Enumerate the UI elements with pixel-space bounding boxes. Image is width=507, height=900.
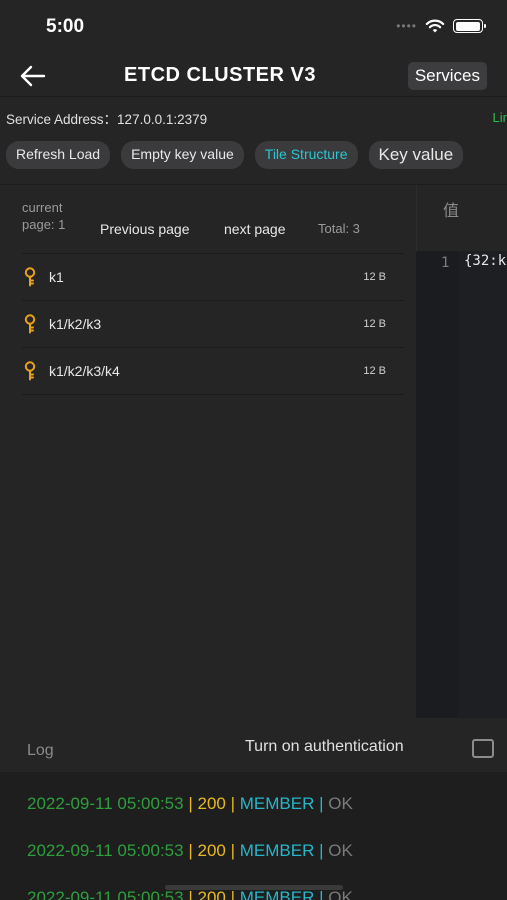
previous-page-button[interactable]: Previous page	[100, 221, 190, 237]
pagination: current page: 1 Previous page next page …	[22, 199, 402, 239]
key-list-panel: current page: 1 Previous page next page …	[0, 185, 416, 718]
key-size: 12 B	[363, 318, 386, 330]
key-size: 12 B	[363, 271, 386, 283]
key-name: k1	[49, 269, 64, 285]
empty-key-value-button[interactable]: Empty key value	[121, 141, 244, 169]
total-count: Total: 3	[318, 221, 360, 236]
battery-icon	[453, 19, 486, 33]
key-name: k1/k2/k3/k4	[49, 363, 120, 379]
key-list-item[interactable]: k1/k2/k3/k4 12 B	[22, 348, 404, 395]
line-number: 1	[441, 255, 450, 271]
tile-structure-button[interactable]: Tile Structure	[254, 141, 358, 169]
signal-dots-icon: ••••	[396, 19, 417, 33]
key-value-button[interactable]: Key value	[368, 141, 464, 169]
key-list-item[interactable]: k1 12 B	[22, 254, 404, 301]
action-button-row: Refresh Load Empty key value Tile Struct…	[6, 141, 464, 169]
editor-gutter: 1	[416, 251, 458, 718]
service-address: Service Address：127.0.0.1:2379	[6, 108, 507, 128]
log-time: 2022-09-11 05:00:53	[27, 888, 184, 900]
current-page: current page: 1	[22, 200, 66, 232]
status-time: 5:00	[46, 16, 85, 37]
log-time: 2022-09-11 05:00:53	[27, 794, 184, 813]
refresh-load-button[interactable]: Refresh Load	[6, 141, 111, 169]
next-page-button[interactable]: next page	[224, 221, 286, 237]
service-address-value: 127.0.0.1:2379	[117, 112, 208, 127]
page-title: ETCD CLUSTER V3	[124, 64, 316, 86]
key-icon	[24, 361, 36, 381]
code-line: {32:k	[464, 253, 507, 269]
navigation-bar: ETCD CLUSTER V3 Services	[0, 56, 507, 96]
value-header: 值	[416, 185, 507, 251]
log-label: Log	[27, 742, 54, 759]
log-area[interactable]: 2022-09-11 05:00:53 | 200 | MEMBER | OK …	[0, 772, 507, 900]
key-list: k1 12 B k1/k2/k3 12 B k1/k2/k3/k4 12 B	[22, 254, 404, 395]
home-indicator	[165, 885, 343, 890]
log-code: 200	[197, 841, 226, 860]
auth-label: Turn on authentication	[245, 738, 404, 755]
log-time: 2022-09-11 05:00:53	[27, 841, 184, 860]
wifi-icon	[425, 19, 445, 33]
key-size: 12 B	[363, 365, 386, 377]
status-bar: 5:00 ••••	[0, 0, 507, 56]
log-entry: 2022-09-11 05:00:53 | 200 | MEMBER | OK	[27, 794, 353, 813]
nav-divider	[0, 96, 507, 97]
key-list-item[interactable]: k1/k2/k3 12 B	[22, 301, 404, 348]
log-status: OK	[328, 794, 353, 813]
status-icons: ••••	[396, 18, 486, 34]
value-editor[interactable]: 1 {32:k	[416, 251, 507, 718]
log-type: MEMBER	[239, 841, 315, 860]
value-header-label: 值	[443, 203, 460, 220]
key-name: k1/k2/k3	[49, 316, 102, 332]
service-address-label: Service Address：	[6, 112, 118, 127]
key-icon	[24, 267, 36, 287]
log-code: 200	[197, 794, 226, 813]
log-entry: 2022-09-11 05:00:53 | 200 | MEMBER | OK	[27, 841, 353, 860]
services-button[interactable]: Services	[407, 62, 487, 90]
key-icon	[24, 314, 36, 334]
log-status: OK	[328, 841, 353, 860]
link-button-partial[interactable]: Lir	[493, 110, 507, 125]
auth-checkbox[interactable]	[472, 739, 494, 758]
log-bar: Log Turn on authentication	[0, 718, 507, 772]
log-type: MEMBER	[239, 794, 315, 813]
